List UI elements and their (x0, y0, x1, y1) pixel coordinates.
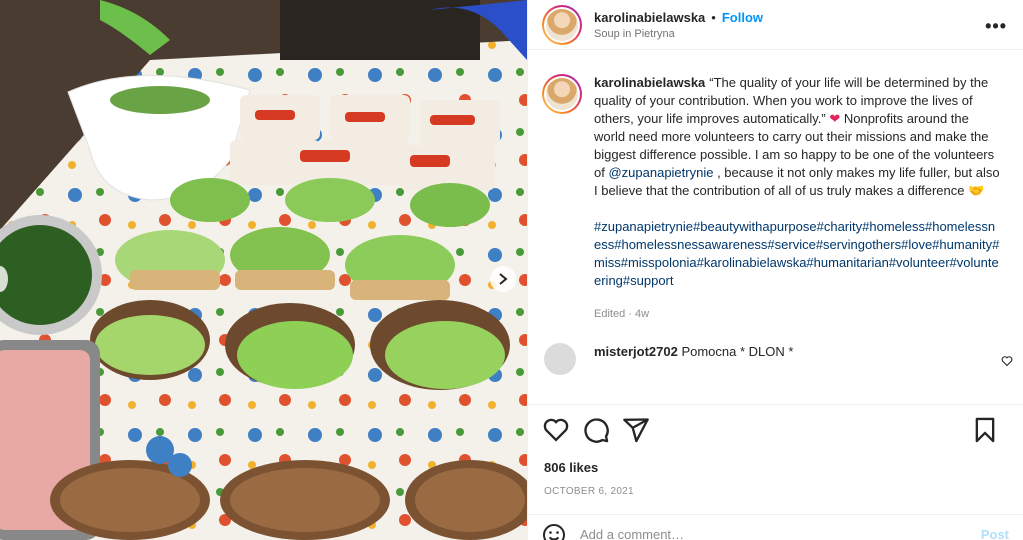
post-caption: karolinabielawska “The quality of your li… (528, 60, 1023, 323)
comment-icon[interactable] (582, 416, 610, 444)
heart-icon[interactable] (542, 416, 570, 444)
comment-text: Pomocna * DLON * (681, 344, 794, 359)
chevron-right-icon (499, 273, 508, 285)
post-location[interactable]: Soup in Pietryna (594, 28, 763, 40)
post-side-panel: karolinabielawska • Follow Soup in Pietr… (527, 0, 1023, 540)
commenter-username[interactable]: misterjot2702 (594, 344, 678, 359)
handshake-emoji-icon: 🤝 (968, 183, 985, 198)
action-bar (542, 416, 1011, 444)
sandwiches-photo (0, 0, 527, 540)
commenter-avatar[interactable] (544, 343, 576, 375)
separator-dot: • (711, 9, 716, 25)
comment-heart-icon[interactable] (1001, 355, 1013, 367)
caption-avatar[interactable] (542, 74, 582, 114)
author-avatar[interactable] (542, 4, 582, 45)
author-username[interactable]: karolinabielawska (594, 10, 705, 25)
share-icon[interactable] (622, 416, 650, 444)
hashtags[interactable]: #zupanapietrynie#beautywithapurpose#char… (594, 218, 1002, 290)
comments-section[interactable]: karolinabielawska “The quality of your li… (528, 60, 1023, 405)
caption-username[interactable]: karolinabielawska (594, 75, 705, 90)
post-button[interactable]: Post (981, 527, 1009, 540)
edited-timestamp: Edited · 4w (594, 308, 650, 320)
bookmark-icon[interactable] (971, 416, 999, 444)
add-comment-bar: Post (528, 514, 1023, 540)
post-date: OCTOBER 6, 2021 (544, 486, 634, 497)
next-image-button[interactable] (490, 266, 516, 292)
post-header: karolinabielawska • Follow Soup in Pietr… (528, 0, 1023, 50)
likes-count[interactable]: 806 likes (544, 460, 598, 475)
comment-item: misterjot2702 Pomocna * DLON * (528, 331, 1023, 375)
more-options-icon[interactable]: ••• (985, 16, 1007, 37)
comment-input[interactable] (580, 527, 940, 540)
heart-emoji-icon: ❤ (829, 111, 841, 126)
smiley-icon[interactable] (542, 523, 566, 540)
post-photo[interactable] (0, 0, 527, 540)
follow-button[interactable]: Follow (722, 10, 763, 25)
mention-link[interactable]: @zupanapietrynie (608, 165, 713, 180)
